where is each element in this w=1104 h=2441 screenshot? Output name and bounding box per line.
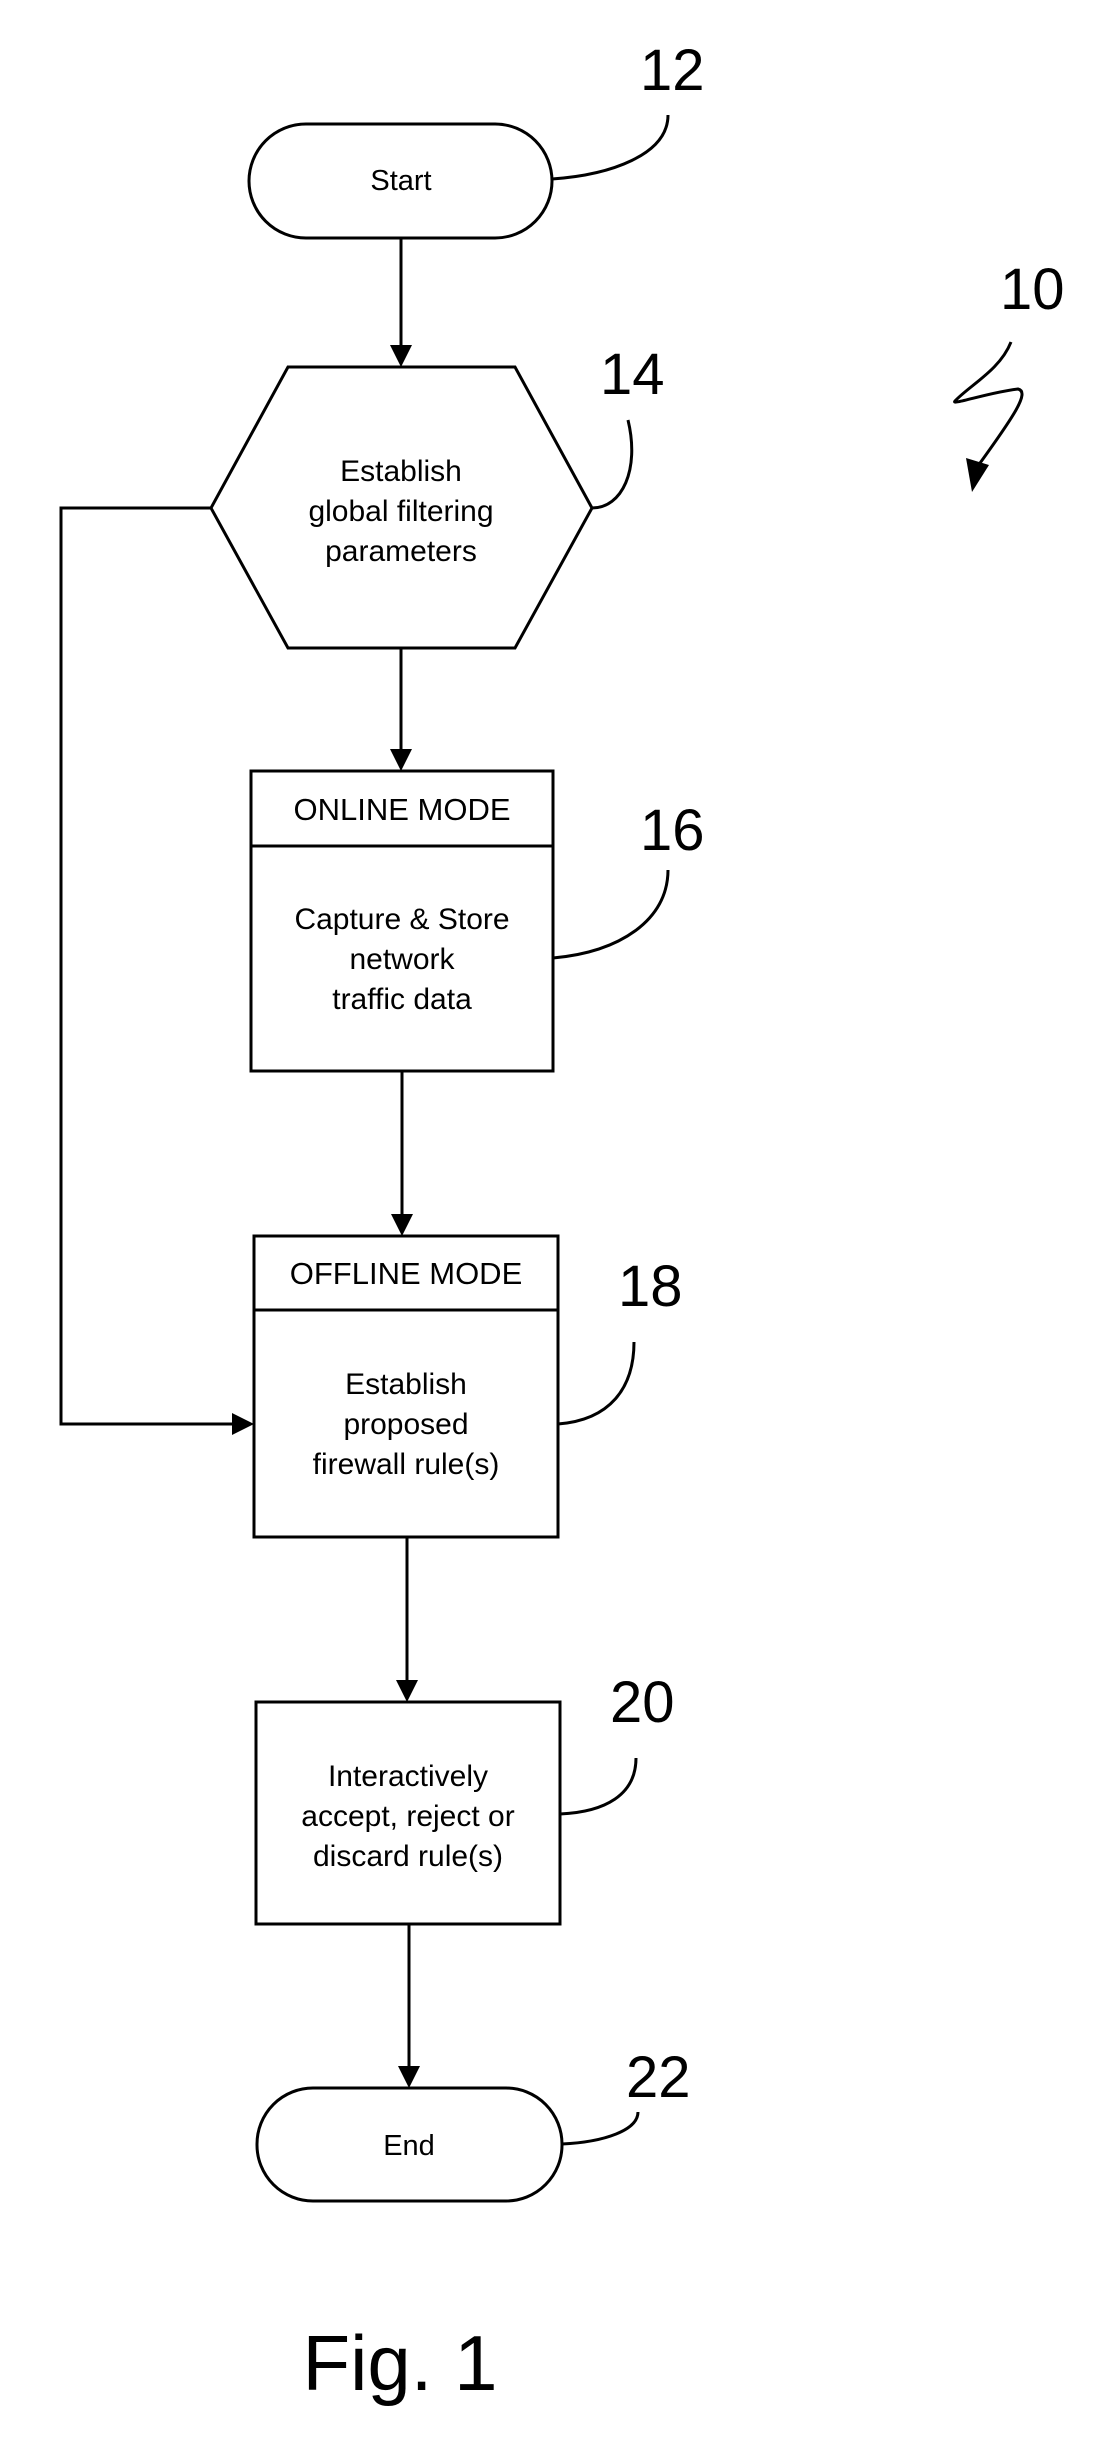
- interactive-review-node: Interactively accept, reject or discard …: [254, 1700, 562, 1926]
- offline-mode-line-1: Establish: [345, 1368, 467, 1401]
- interactive-review-line-3: discard rule(s): [313, 1840, 503, 1873]
- online-mode-line-1: Capture & Store: [294, 903, 509, 936]
- establish-params-node: Establish global filtering parameters: [209, 365, 594, 650]
- offline-mode-node: OFFLINE MODE Establish proposed firewall…: [252, 1234, 560, 1539]
- arrowhead-icon: [391, 1214, 413, 1236]
- arrowhead-icon: [396, 1680, 418, 1702]
- online-mode-header: ONLINE MODE: [293, 792, 510, 827]
- ref-leader-22: [561, 2111, 640, 2146]
- start-label: Start: [370, 165, 431, 197]
- online-mode-line-3: traffic data: [332, 983, 472, 1016]
- establish-params-line-2: global filtering: [308, 495, 493, 528]
- arrowhead-icon: [398, 2066, 420, 2088]
- ref-label-14: 14: [600, 342, 665, 407]
- edge-params-to-offline-bypass: [59, 506, 236, 1426]
- offline-mode-header: OFFLINE MODE: [290, 1256, 523, 1291]
- offline-mode-line-2: proposed: [343, 1408, 468, 1441]
- online-mode-line-2: network: [349, 943, 455, 976]
- end-node: End: [255, 2086, 564, 2203]
- figure-caption: Fig. 1: [302, 2319, 497, 2407]
- ref-label-18: 18: [618, 1254, 683, 1319]
- ref-leader-12: [551, 114, 670, 181]
- arrowhead-icon: [966, 458, 989, 492]
- flowchart-diagram: Start 12 Establish global filtering para…: [59, 38, 1065, 2407]
- interactive-review-line-2: accept, reject or: [301, 1800, 514, 1833]
- ref-label-12: 12: [640, 38, 705, 103]
- arrowhead-icon: [390, 345, 412, 367]
- ref-leader-18: [557, 1341, 636, 1426]
- interactive-review-line-1: Interactively: [328, 1760, 488, 1793]
- ref-label-10: 10: [1000, 257, 1065, 322]
- ref-leader-14: [591, 419, 634, 510]
- arrowhead-icon: [232, 1413, 254, 1435]
- ref-label-16: 16: [640, 798, 705, 863]
- ref-label-20: 20: [610, 1670, 675, 1735]
- arrowhead-icon: [390, 749, 412, 771]
- establish-params-line-3: parameters: [325, 535, 477, 568]
- ref-leader-20: [559, 1757, 638, 1816]
- ref-leader-16: [552, 869, 670, 960]
- start-node: Start: [247, 122, 554, 240]
- offline-mode-line-3: firewall rule(s): [313, 1448, 500, 1481]
- establish-params-line-1: Establish: [340, 455, 462, 488]
- end-label: End: [383, 2130, 435, 2162]
- ref-label-22: 22: [626, 2045, 691, 2110]
- online-mode-node: ONLINE MODE Capture & Store network traf…: [249, 769, 555, 1073]
- ref-leader-10-zigzag: [953, 341, 1024, 471]
